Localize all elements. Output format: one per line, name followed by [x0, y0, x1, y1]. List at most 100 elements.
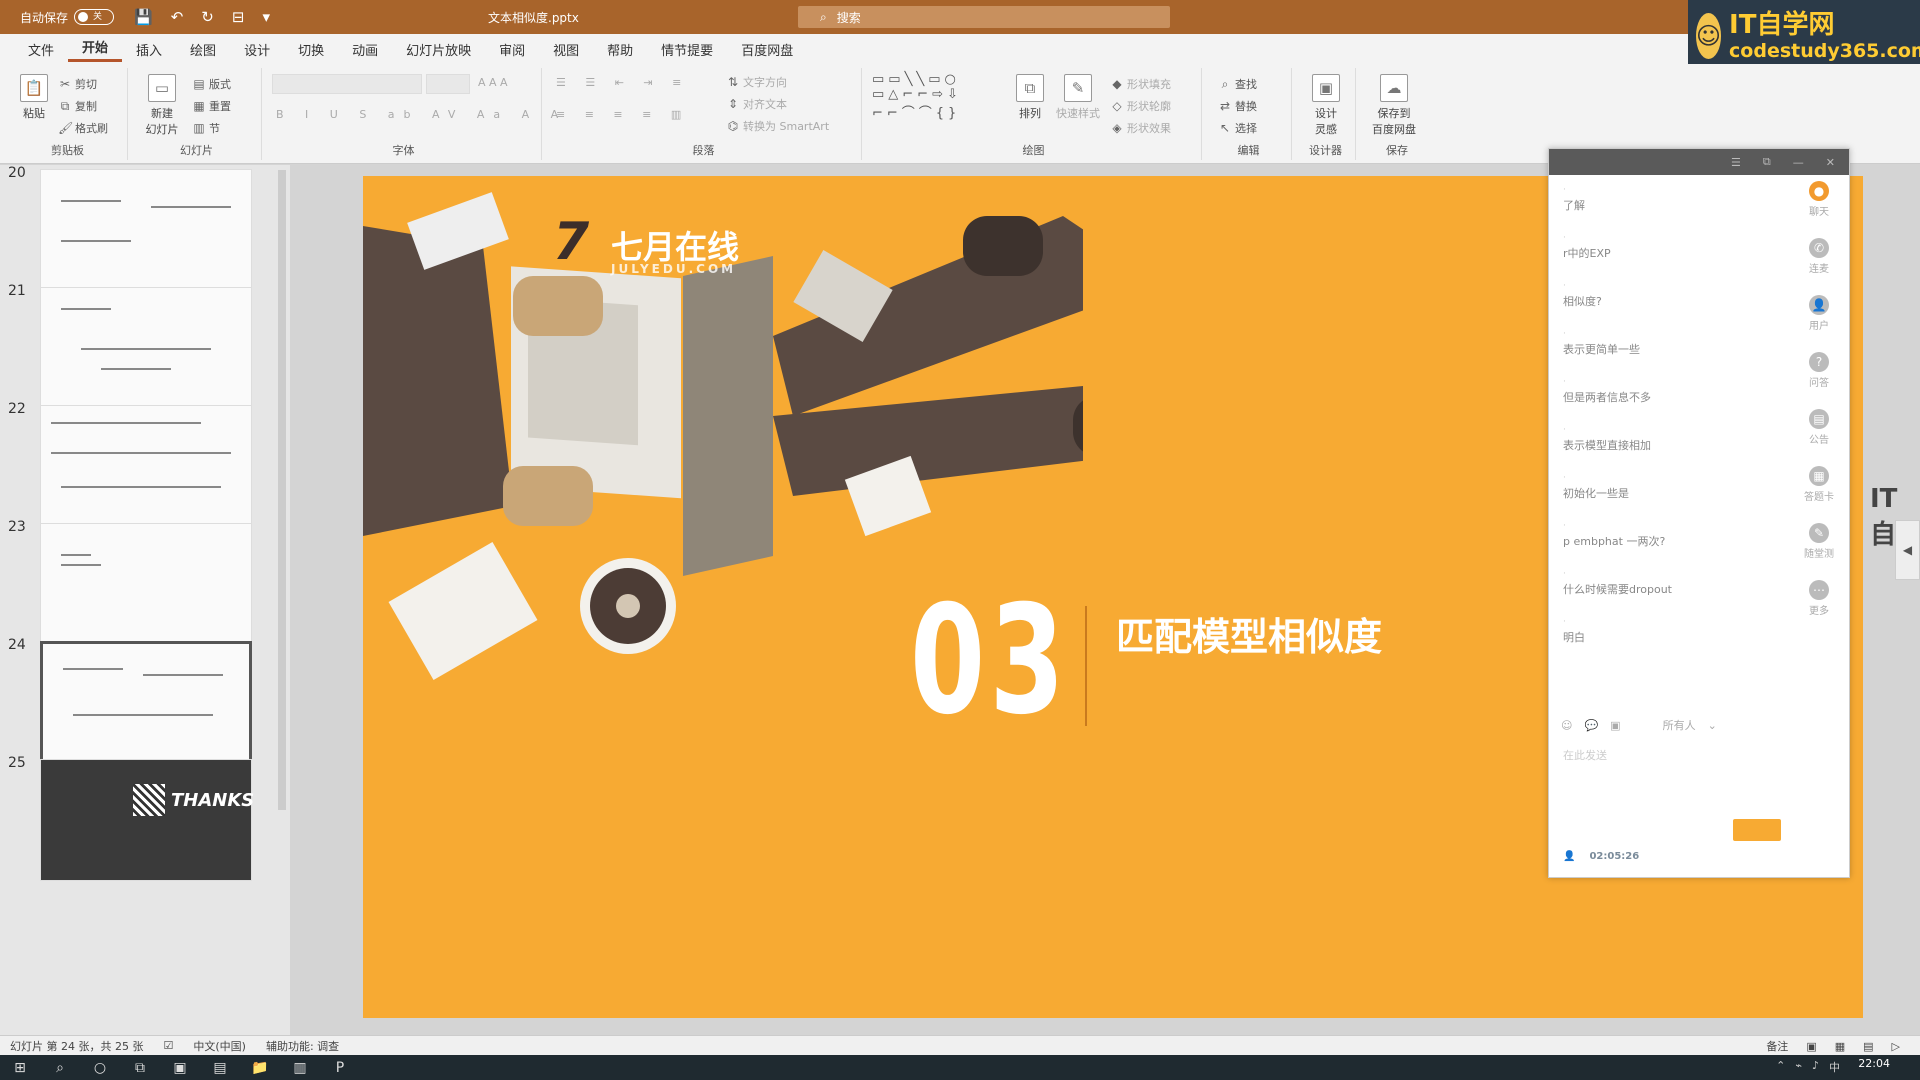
- emoji-icon[interactable]: ☺: [1561, 719, 1572, 732]
- thumbnail-preview[interactable]: [40, 523, 252, 645]
- send-button[interactable]: [1733, 819, 1781, 841]
- thumbnail-slide-23[interactable]: 23: [0, 519, 290, 649]
- replace-button[interactable]: ⇄ 替换: [1218, 98, 1257, 114]
- recipient-select[interactable]: 所有人: [1663, 717, 1696, 733]
- menu-icon[interactable]: ☰: [1731, 156, 1741, 169]
- close-icon[interactable]: ✕: [1826, 156, 1835, 169]
- thumbnail-preview-selected[interactable]: [40, 641, 252, 763]
- design-ideas-button[interactable]: ▣ 设计 灵感: [1304, 74, 1348, 137]
- tab-transitions[interactable]: 切换: [284, 40, 338, 59]
- restore-icon[interactable]: ⧉: [1763, 155, 1771, 169]
- reset-button[interactable]: ▦ 重置: [192, 98, 231, 114]
- shape-outline-button[interactable]: ◇ 形状轮廓: [1110, 98, 1171, 114]
- clock[interactable]: 22:04: [1858, 1057, 1890, 1070]
- font-size-select[interactable]: [426, 74, 470, 94]
- present-icon[interactable]: ⊟: [232, 8, 245, 26]
- customize-qat-icon[interactable]: ▾: [262, 8, 270, 26]
- document-title[interactable]: 文本相似度.pptx: [488, 9, 579, 26]
- search-icon[interactable]: ⌕: [40, 1060, 80, 1076]
- new-slide-button[interactable]: ▭ 新建 幻灯片: [140, 74, 184, 137]
- layout-button[interactable]: ▤ 版式: [192, 76, 231, 92]
- thumbnail-preview[interactable]: [40, 169, 252, 291]
- language-indicator[interactable]: 中文(中国): [183, 1038, 256, 1054]
- tab-baidu-netdisk[interactable]: 百度网盘: [727, 40, 807, 59]
- smartart-button[interactable]: ⌬ 转换为 SmartArt: [726, 118, 829, 134]
- autosave-switch[interactable]: 关: [74, 9, 115, 25]
- thumbnail-slide-20[interactable]: 20: [0, 165, 290, 295]
- app-icon[interactable]: ▣: [160, 1060, 200, 1076]
- notes-button[interactable]: 备注: [1766, 1038, 1788, 1054]
- font-grow-buttons[interactable]: A A A: [478, 76, 508, 89]
- quick-styles-button[interactable]: ✎ 快速样式: [1056, 74, 1100, 121]
- accessibility-status[interactable]: 辅助功能: 调查: [256, 1038, 349, 1054]
- sidebar-item-answer-card[interactable]: ▦ 答题卡: [1795, 466, 1843, 503]
- minimize-icon[interactable]: —: [1793, 156, 1804, 169]
- network-icon[interactable]: ⌁: [1795, 1059, 1802, 1075]
- tab-file[interactable]: 文件: [14, 40, 68, 59]
- tab-draw[interactable]: 绘图: [176, 40, 230, 59]
- thumbnail-slide-22[interactable]: 22: [0, 401, 290, 531]
- thumbnail-preview[interactable]: [40, 405, 252, 527]
- sidebar-item-call[interactable]: ✆ 连麦: [1795, 238, 1843, 275]
- tab-review[interactable]: 审阅: [485, 40, 539, 59]
- volume-icon[interactable]: ♪: [1812, 1059, 1819, 1075]
- format-painter-button[interactable]: 🖌 格式刷: [58, 120, 108, 136]
- sidebar-item-chat[interactable]: ● 聊天: [1795, 181, 1843, 218]
- tab-storyboard[interactable]: 情节提要: [647, 40, 727, 59]
- shapes-gallery[interactable]: ▭▭╲╲▭○ ▭△⌐⌐⇨⇩ ⌐⌐⌒⌒{}: [872, 72, 962, 121]
- spellcheck-icon[interactable]: ☑: [153, 1039, 183, 1052]
- sidebar-item-users[interactable]: 👤 用户: [1795, 295, 1843, 332]
- task-view-icon[interactable]: ⧉: [120, 1060, 160, 1076]
- sidebar-item-notice[interactable]: ▤ 公告: [1795, 409, 1843, 446]
- paste-button[interactable]: 📋 粘贴: [12, 74, 56, 121]
- tab-insert[interactable]: 插入: [122, 40, 176, 59]
- save-to-baidu-button[interactable]: ☁ 保存到 百度网盘: [1372, 74, 1416, 137]
- chevron-down-icon[interactable]: ⌄: [1708, 719, 1717, 732]
- powerpoint-icon[interactable]: P: [320, 1060, 360, 1076]
- chevron-up-icon[interactable]: ⌃: [1776, 1059, 1785, 1075]
- section-button[interactable]: ▥ 节: [192, 120, 220, 136]
- thumbnail-scrollbar[interactable]: [278, 170, 286, 810]
- tab-home[interactable]: 开始: [68, 37, 123, 62]
- slideshow-view-icon[interactable]: ▷: [1892, 1040, 1900, 1053]
- reading-view-icon[interactable]: ▤: [1863, 1040, 1873, 1053]
- thumbnail-slide-24[interactable]: 24: [0, 637, 290, 767]
- undo-icon[interactable]: ↶: [171, 8, 184, 26]
- start-icon[interactable]: ⊞: [0, 1060, 40, 1076]
- sidebar-item-qa[interactable]: ? 问答: [1795, 352, 1843, 389]
- shape-fill-button[interactable]: ◆ 形状填充: [1110, 76, 1171, 92]
- tab-design[interactable]: 设计: [230, 40, 284, 59]
- sorter-view-icon[interactable]: ▦: [1835, 1040, 1845, 1053]
- select-button[interactable]: ↖ 选择: [1218, 120, 1257, 136]
- autosave-toggle[interactable]: 自动保存 关: [20, 9, 115, 26]
- align-buttons[interactable]: ≡ ≡ ≡ ≡ ▥: [556, 108, 689, 121]
- align-text-button[interactable]: ⇕ 对齐文本: [726, 96, 787, 112]
- image-icon[interactable]: ▣: [1610, 719, 1620, 732]
- thumbnail-preview[interactable]: [40, 287, 252, 409]
- font-style-buttons[interactable]: B I U S ab AV Aa A A: [276, 108, 567, 121]
- arrange-button[interactable]: ⧉ 排列: [1008, 74, 1052, 121]
- tab-slideshow[interactable]: 幻灯片放映: [392, 40, 485, 59]
- sidebar-item-more[interactable]: ⋯ 更多: [1795, 580, 1843, 617]
- cut-button[interactable]: ✂ 剪切: [58, 76, 97, 92]
- shape-effects-button[interactable]: ◈ 形状效果: [1110, 120, 1171, 136]
- app-icon[interactable]: ▥: [280, 1060, 320, 1076]
- find-button[interactable]: ⌕ 查找: [1218, 76, 1257, 92]
- app-icon[interactable]: ▤: [200, 1060, 240, 1076]
- cortana-icon[interactable]: ○: [80, 1060, 120, 1076]
- tab-view[interactable]: 视图: [539, 40, 593, 59]
- normal-view-icon[interactable]: ▣: [1806, 1040, 1816, 1053]
- text-direction-button[interactable]: ⇅ 文字方向: [726, 74, 787, 90]
- list-buttons[interactable]: ☰ ☰ ⇤ ⇥ ≡: [556, 76, 689, 89]
- copy-button[interactable]: ⧉ 复制: [58, 98, 97, 114]
- font-family-select[interactable]: [272, 74, 422, 94]
- save-icon[interactable]: 💾: [134, 8, 153, 26]
- folder-icon[interactable]: 📁: [240, 1060, 280, 1076]
- tab-animations[interactable]: 动画: [338, 40, 392, 59]
- bubble-icon[interactable]: 💬: [1584, 719, 1598, 732]
- thumbnail-preview[interactable]: THANKS: [40, 759, 254, 881]
- collapse-arrow-icon[interactable]: ◀: [1895, 520, 1920, 580]
- search-box[interactable]: ⌕ 搜索: [798, 6, 1170, 28]
- sidebar-item-quiz[interactable]: ✎ 随堂测: [1795, 523, 1843, 560]
- tab-help[interactable]: 帮助: [593, 40, 647, 59]
